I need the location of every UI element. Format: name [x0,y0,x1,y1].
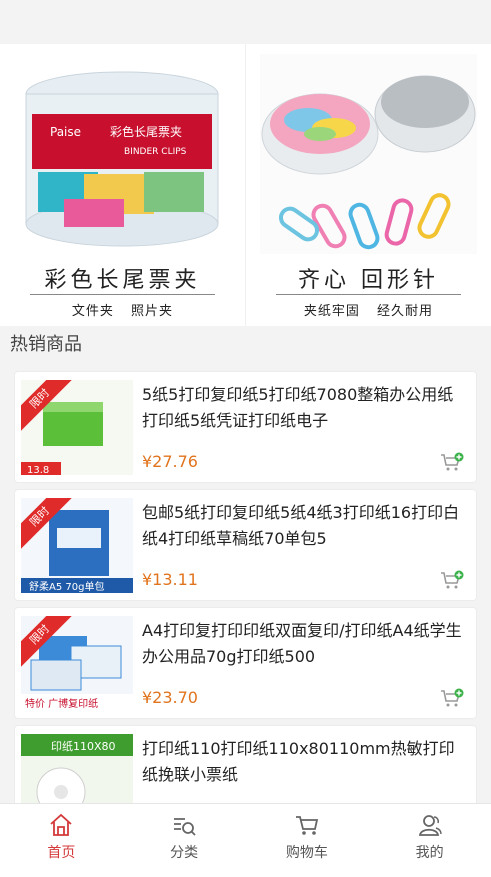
banner-divider [276,294,461,295]
banner-subtitle: 文件夹 照片夹 [71,304,174,319]
section-title-hot-products: 热销商品 [10,334,82,355]
product-title: 包邮5纸打印复印纸5纸4纸3打印纸16打印白纸4打印纸草稿纸70单包5 [142,503,460,548]
banner-divider [30,294,215,295]
svg-text:舒柔A5 70g单包: 舒柔A5 70g单包 [29,580,104,593]
bottom-tab-bar: 首页 分类 购物车 我的 [0,803,491,877]
tab-cart[interactable]: 购物车 [246,804,369,877]
banner-card-binder-clips[interactable]: Paise 彩色长尾票夹 BINDER CLIPS 彩色长尾票夹 文件夹 照片夹 [0,44,245,326]
banner-title: 齐心 回形针 [298,268,439,293]
category-icon [174,818,196,836]
banner-card-paper-clips[interactable]: 齐心 回形针 夹纸牢固 经久耐用 [245,44,491,326]
product-thumbnail: 13.8 限时 [21,380,133,475]
banner-title: 彩色长尾票夹 [44,268,201,293]
banner-subtitle: 夹纸牢固 经久耐用 [303,304,434,319]
promo-banner: Paise 彩色长尾票夹 BINDER CLIPS 彩色长尾票夹 文件夹 照片夹 [0,44,491,326]
svg-text:印纸110X80: 印纸110X80 [51,740,116,753]
tab-label: 首页 [47,845,76,861]
product-price: ¥23.70 [142,688,198,707]
product-thumbnail: 特价 广博复印纸 限时 [21,616,133,711]
tab-label: 购物车 [285,845,328,861]
tab-label: 分类 [170,845,199,861]
product-card[interactable]: 舒柔A5 70g单包 限时 包邮5纸打印复印纸5纸4纸3打印纸16打印白纸4打印… [15,490,476,600]
user-icon [418,815,442,836]
cart-icon [295,816,318,835]
product-title: 5纸5打印复印纸5打印纸7080整箱办公用纸打印纸5纸凭证打印纸电子 [142,385,454,430]
tab-label: 我的 [415,845,444,861]
product-card[interactable]: 13.8 限时 5纸5打印复印纸5打印纸7080整箱办公用纸打印纸5纸凭证打印纸… [15,372,476,482]
svg-text:BINDER CLIPS: BINDER CLIPS [124,147,187,157]
add-to-cart-icon[interactable] [440,688,464,708]
svg-text:13.8: 13.8 [27,465,49,475]
home-icon [50,813,72,836]
svg-text:特价 广博复印纸: 特价 广博复印纸 [25,697,98,710]
paper-clips-image [260,54,477,254]
tab-home[interactable]: 首页 [0,804,123,877]
product-thumbnail: 舒柔A5 70g单包 限时 [21,498,133,593]
product-card[interactable]: 特价 广博复印纸 限时 A4打印复打印印纸双面复印/打印纸A4纸学生办公用品70… [15,608,476,718]
svg-text:彩色长尾票夹: 彩色长尾票夹 [110,125,182,139]
product-title: A4打印复打印印纸双面复印/打印纸A4纸学生办公用品70g打印纸500 [142,621,462,666]
svg-text:Paise: Paise [50,125,81,139]
tab-category[interactable]: 分类 [123,804,246,877]
status-bar-area [0,0,491,44]
tab-profile[interactable]: 我的 [368,804,491,877]
product-price: ¥13.11 [142,570,198,589]
add-to-cart-icon[interactable] [440,452,464,472]
product-title: 打印纸110打印纸110x80110mm热敏打印纸挽联小票纸 [142,739,455,784]
product-price: ¥27.76 [142,452,198,471]
add-to-cart-icon[interactable] [440,570,464,590]
binder-clips-image: Paise 彩色长尾票夹 BINDER CLIPS [14,54,231,254]
